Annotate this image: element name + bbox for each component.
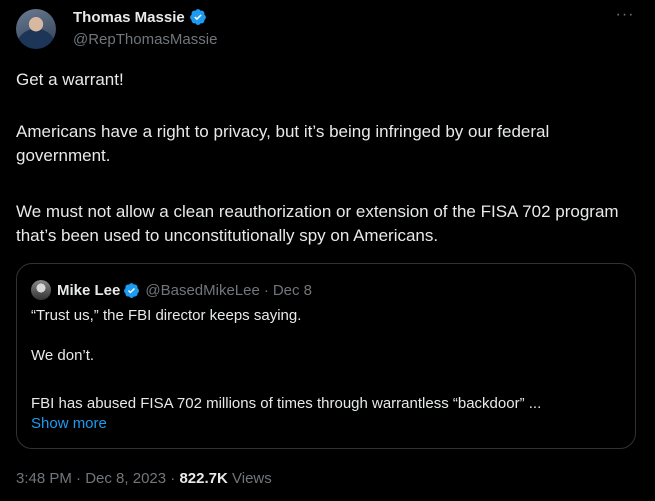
separator: ·: [76, 470, 82, 487]
tweet-header: Thomas Massie @RepThomasMassie ···: [16, 6, 639, 54]
quoted-author-name[interactable]: Mike Lee: [57, 282, 120, 299]
show-more-link[interactable]: Show more: [31, 415, 107, 432]
quoted-line: FBI has abused FISA 702 millions of time…: [31, 395, 542, 412]
views-label: Views: [232, 470, 272, 487]
more-icon[interactable]: ···: [611, 6, 639, 28]
separator: ·: [170, 470, 176, 487]
separator: ·: [263, 281, 269, 299]
tweet-date[interactable]: Dec 8, 2023: [85, 470, 166, 487]
quoted-line: We don’t.: [31, 347, 95, 364]
tweet-paragraph: Americans have a right to privacy, but i…: [16, 122, 550, 165]
quoted-tweet-header: Mike Lee @BasedMikeLee · Dec 8: [31, 280, 312, 300]
quoted-avatar[interactable]: [31, 280, 51, 300]
author-name-row: Thomas Massie: [73, 8, 207, 26]
quoted-date[interactable]: Dec 8: [273, 282, 312, 299]
author-name[interactable]: Thomas Massie: [73, 9, 185, 26]
quoted-author-handle[interactable]: @BasedMikeLee: [145, 282, 259, 299]
quoted-line: “Trust us,” the FBI director keeps sayin…: [31, 307, 302, 324]
avatar[interactable]: [16, 9, 56, 49]
author-handle[interactable]: @RepThomasMassie: [73, 31, 217, 48]
verified-badge-icon: [189, 9, 206, 25]
tweet-meta: 3:48 PM · Dec 8, 2023 · 822.7K Views: [16, 470, 272, 487]
tweet-paragraph: Get a warrant!: [16, 70, 124, 89]
tweet-paragraph: We must not allow a clean reauthorizatio…: [16, 202, 619, 245]
views-count: 822.7K: [179, 470, 228, 487]
quoted-tweet[interactable]: Mike Lee @BasedMikeLee · Dec 8 “Trust us…: [16, 263, 636, 449]
tweet-time[interactable]: 3:48 PM: [16, 470, 72, 487]
verified-badge-icon: [124, 282, 140, 298]
